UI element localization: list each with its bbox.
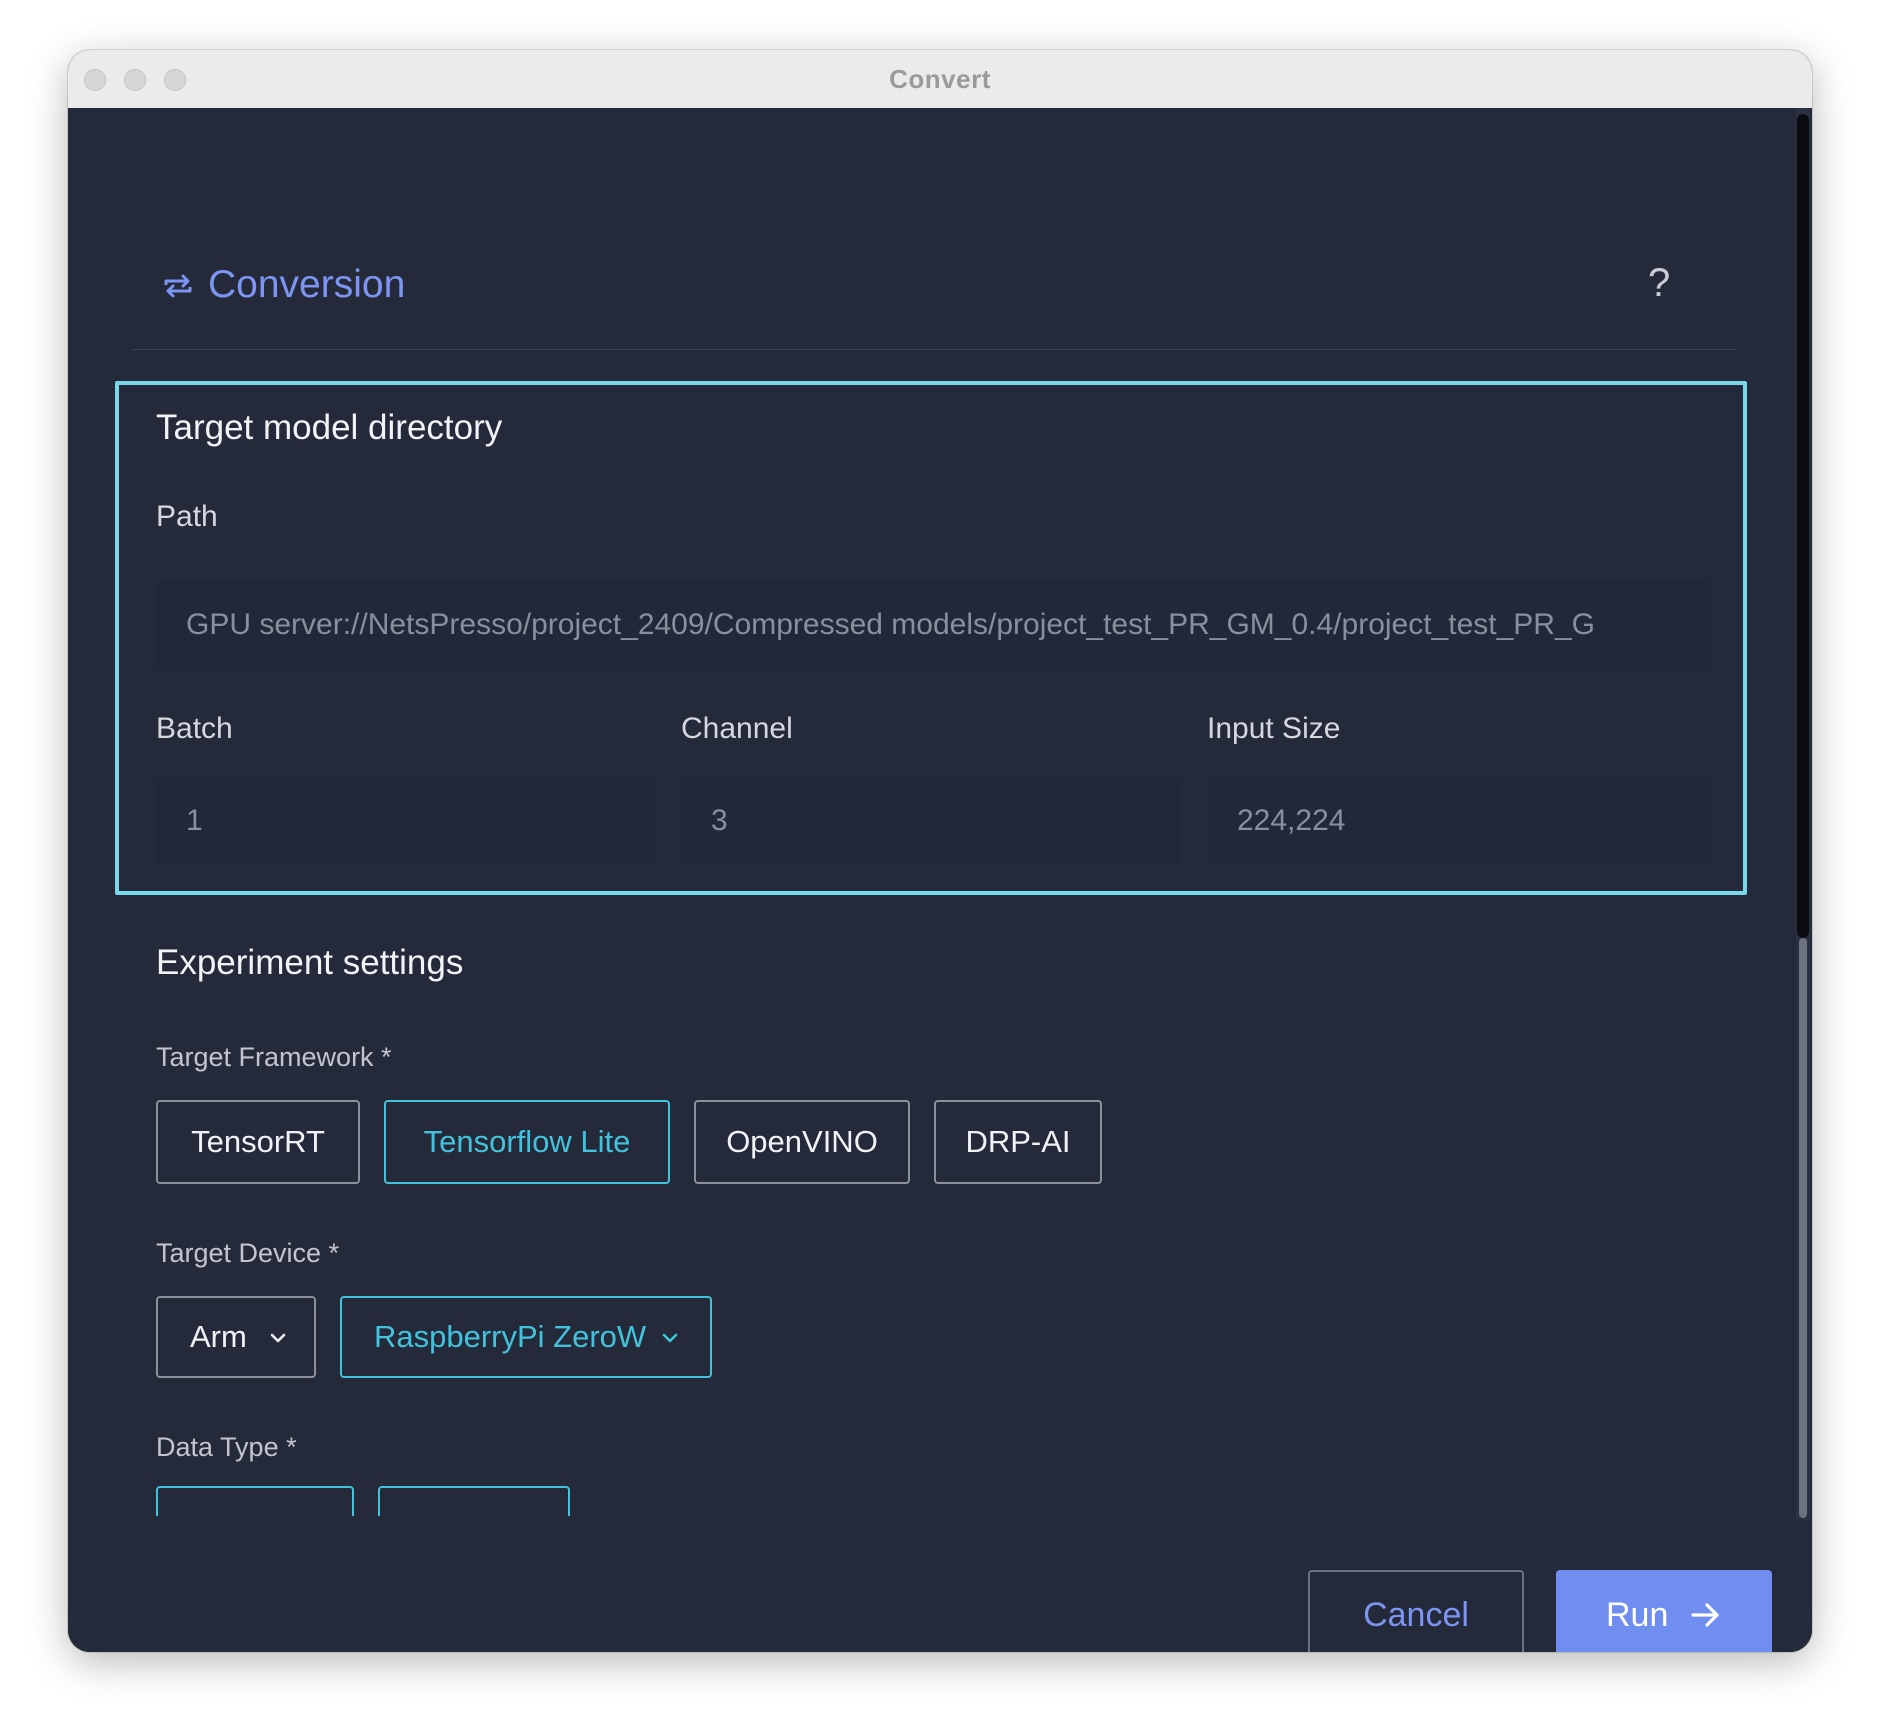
scrollbar-thumb[interactable] bbox=[1797, 114, 1809, 938]
input-size-field: 224,224 bbox=[1207, 778, 1712, 864]
help-button[interactable]: ? bbox=[1648, 258, 1670, 308]
data-type-option[interactable] bbox=[156, 1486, 354, 1516]
scrollbar-lower-track bbox=[1799, 938, 1807, 1518]
header-divider bbox=[132, 349, 1736, 350]
channel-field: 3 bbox=[681, 778, 1181, 864]
run-button[interactable]: Run bbox=[1556, 1570, 1772, 1652]
chevron-down-icon bbox=[662, 1333, 678, 1343]
framework-drpai-button[interactable]: DRP-AI bbox=[934, 1100, 1102, 1184]
window-title: Convert bbox=[889, 64, 991, 94]
framework-tensorrt-button[interactable]: TensorRT bbox=[156, 1100, 360, 1184]
data-type-option[interactable] bbox=[378, 1486, 570, 1516]
device-model-value: RaspberryPi ZeroW bbox=[374, 1319, 647, 1354]
page-title: Conversion bbox=[208, 263, 406, 306]
framework-tflite-button[interactable]: Tensorflow Lite bbox=[384, 1100, 670, 1184]
data-type-label: Data Type * bbox=[156, 1432, 297, 1462]
framework-openvino-button[interactable]: OpenVINO bbox=[694, 1100, 910, 1184]
experiment-settings-title: Experiment settings bbox=[156, 943, 464, 982]
data-type-options bbox=[68, 1486, 1792, 1516]
run-label: Run bbox=[1606, 1596, 1669, 1634]
path-field: GPU server://NetsPresso/project_2409/Com… bbox=[156, 580, 1712, 670]
target-device-label: Target Device * bbox=[156, 1238, 340, 1268]
batch-label: Batch bbox=[156, 712, 233, 745]
device-model-dropdown[interactable]: RaspberryPi ZeroW bbox=[340, 1296, 712, 1378]
cancel-button[interactable]: Cancel bbox=[1308, 1570, 1524, 1652]
chevron-down-icon bbox=[270, 1333, 286, 1343]
target-model-title: Target model directory bbox=[156, 408, 503, 447]
batch-field: 1 bbox=[156, 778, 654, 864]
device-arch-value: Arm bbox=[190, 1319, 247, 1354]
arrow-right-icon bbox=[1691, 1603, 1719, 1627]
convert-window: Convert Conversion ? Target model direct… bbox=[68, 50, 1812, 1652]
title-bar: Convert bbox=[68, 50, 1812, 109]
dialog-content: Conversion ? Target model directory Path… bbox=[68, 108, 1812, 1652]
input-size-label: Input Size bbox=[1207, 712, 1341, 745]
target-framework-label: Target Framework * bbox=[156, 1042, 392, 1072]
repeat-icon bbox=[164, 274, 192, 298]
device-arch-dropdown[interactable]: Arm bbox=[156, 1296, 316, 1378]
path-label: Path bbox=[156, 500, 218, 533]
channel-label: Channel bbox=[681, 712, 793, 745]
